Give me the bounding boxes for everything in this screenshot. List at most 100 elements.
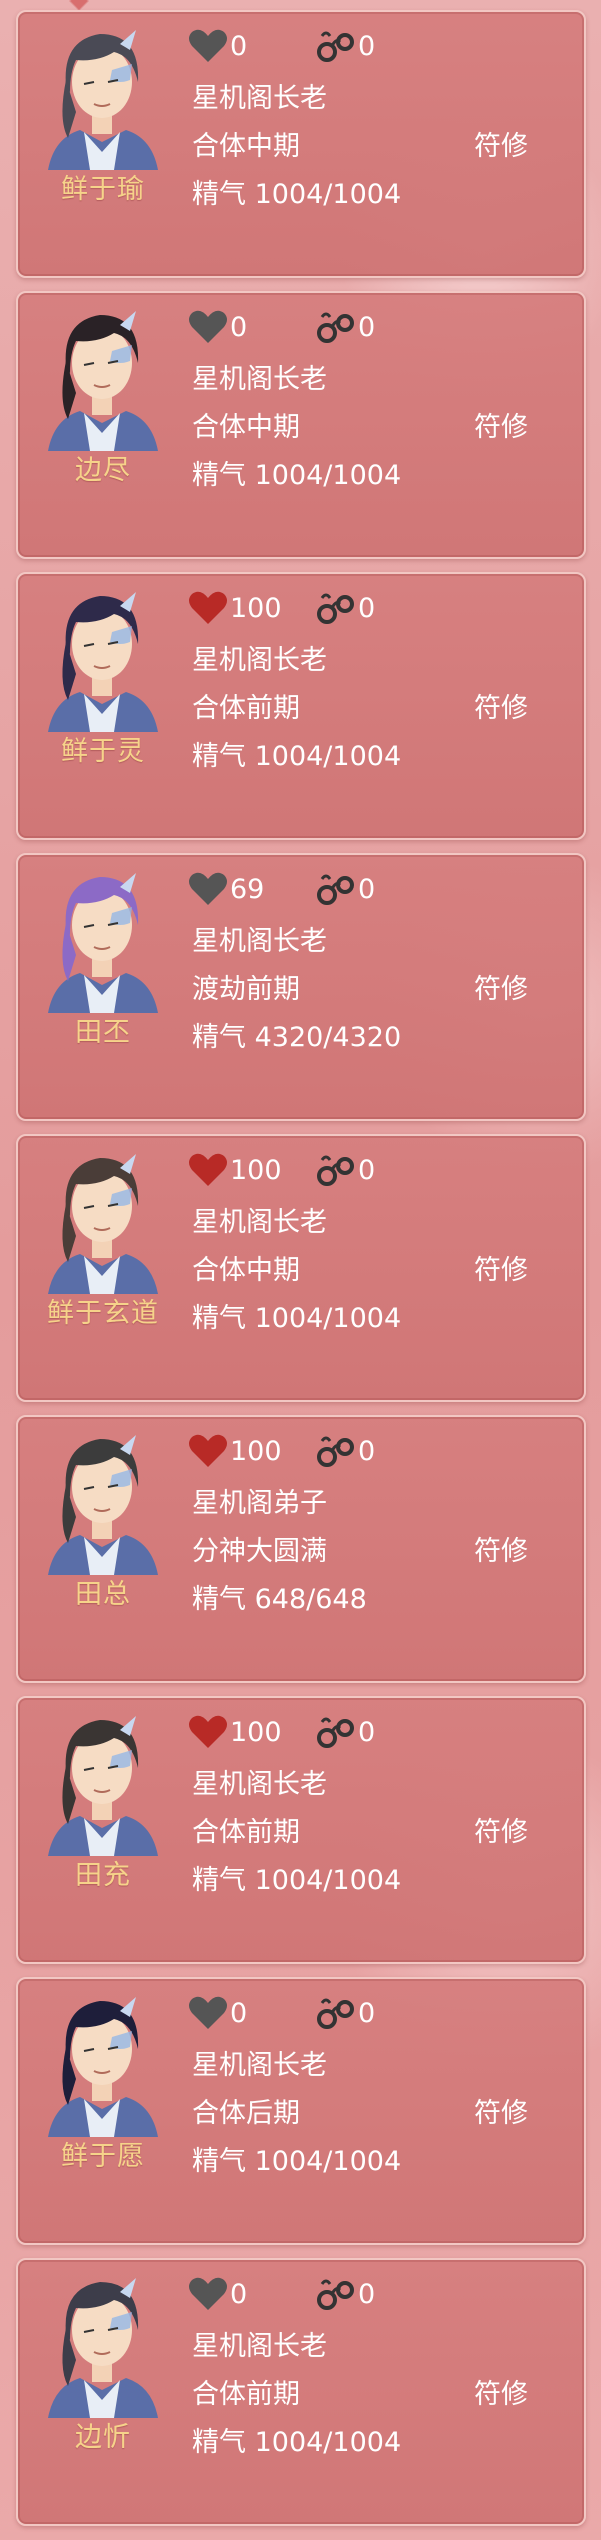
disciple-name: 鲜于玄道 — [47, 1298, 159, 1329]
sect-title: 星机阁弟子 — [192, 1488, 327, 1519]
sect-title: 星机阁长老 — [192, 926, 327, 957]
energy-label: 精气 — [192, 2146, 246, 2177]
energy-line: 精气 4320/4320 — [192, 1015, 401, 1054]
energy-value: 1004/1004 — [254, 2427, 402, 2458]
heart-icon — [188, 1995, 228, 2031]
disciple-card[interactable]: 鲜于灵 100 0 星机阁长老 合体前期 精气 1004/1004 符修 — [16, 572, 586, 840]
energy-line: 精气 1004/1004 — [192, 1858, 401, 1897]
heart-icon — [188, 28, 228, 64]
favor-stat: 0 — [188, 2274, 247, 2314]
avatar — [40, 582, 165, 732]
energy-line: 精气 1004/1004 — [192, 453, 401, 492]
disciple-card[interactable]: 鲜于愿 0 0 星机阁长老 合体后期 精气 1004/1004 符修 — [16, 1977, 586, 2245]
heart-icon — [188, 2276, 228, 2312]
energy-line: 精气 1004/1004 — [192, 2420, 401, 2459]
favor-stat: 0 — [188, 307, 247, 347]
bond-value: 0 — [358, 1716, 376, 1748]
favor-stat: 100 — [188, 1431, 282, 1471]
avatar — [40, 20, 165, 170]
disciple-card[interactable]: 边尽 0 0 星机阁长老 合体中期 精气 1004/1004 符修 — [16, 291, 586, 559]
disciple-card[interactable]: 田丕 69 0 星机阁长老 渡劫前期 精气 4320/4320 符修 — [16, 853, 586, 1121]
cultivation-realm: 合体中期 — [192, 1255, 300, 1286]
favor-value: 100 — [230, 1716, 282, 1748]
disciple-card[interactable]: 田总 100 0 星机阁弟子 分神大圆满 精气 648/648 符修 — [16, 1415, 586, 1683]
energy-label: 精气 — [192, 1022, 246, 1053]
profession: 符修 — [474, 2379, 528, 2410]
favor-value: 0 — [230, 311, 248, 343]
energy-label: 精气 — [192, 1865, 246, 1896]
handcuffs-icon — [316, 871, 356, 907]
sect-title: 星机阁长老 — [192, 2050, 327, 2081]
handcuffs-icon — [316, 1433, 356, 1469]
heart-icon — [188, 871, 228, 907]
bond-value: 0 — [358, 2278, 376, 2310]
energy-line: 精气 648/648 — [192, 1577, 367, 1616]
avatar — [40, 1987, 165, 2137]
energy-value: 1004/1004 — [254, 460, 402, 491]
heart-icon — [188, 590, 228, 626]
favor-value: 100 — [230, 1435, 282, 1467]
handcuffs-icon — [316, 309, 356, 345]
bond-value: 0 — [358, 311, 376, 343]
sect-title: 星机阁长老 — [192, 2331, 327, 2362]
profession: 符修 — [474, 693, 528, 724]
disciple-card[interactable]: 鲜于玄道 100 0 星机阁长老 合体中期 精气 1004/1004 符修 — [16, 1134, 586, 1402]
profession: 符修 — [474, 1255, 528, 1286]
energy-value: 648/648 — [254, 1584, 367, 1615]
energy-label: 精气 — [192, 1584, 246, 1615]
disciple-card[interactable]: 田充 100 0 星机阁长老 合体前期 精气 1004/1004 符修 — [16, 1696, 586, 1964]
sect-title: 星机阁长老 — [192, 645, 327, 676]
favor-value: 0 — [230, 30, 248, 62]
bond-stat: 0 — [316, 26, 375, 66]
profession: 符修 — [474, 1536, 528, 1567]
energy-label: 精气 — [192, 1303, 246, 1334]
bond-stat: 0 — [316, 1993, 375, 2033]
favor-stat: 0 — [188, 26, 247, 66]
favor-stat: 69 — [188, 869, 264, 909]
bond-value: 0 — [358, 592, 376, 624]
heart-icon — [188, 1714, 228, 1750]
bond-stat: 0 — [316, 2274, 375, 2314]
disciple-card[interactable]: 鲜于瑜 0 0 星机阁长老 合体中期 精气 1004/1004 符修 — [16, 10, 586, 278]
bond-value: 0 — [358, 30, 376, 62]
sect-title: 星机阁长老 — [192, 1207, 327, 1238]
disciple-name: 鲜于瑜 — [61, 174, 145, 205]
cultivation-realm: 合体前期 — [192, 2379, 300, 2410]
avatar — [40, 1706, 165, 1856]
bond-value: 0 — [358, 1435, 376, 1467]
energy-label: 精气 — [192, 179, 246, 210]
energy-line: 精气 1004/1004 — [192, 734, 401, 773]
energy-value: 1004/1004 — [254, 179, 402, 210]
heart-icon — [188, 309, 228, 345]
handcuffs-icon — [316, 1995, 356, 2031]
disciple-name: 边忻 — [75, 2422, 131, 2453]
disciple-name: 鲜于灵 — [61, 736, 145, 767]
avatar — [40, 2268, 165, 2418]
energy-label: 精气 — [192, 460, 246, 491]
favor-stat: 100 — [188, 588, 282, 628]
energy-value: 1004/1004 — [254, 2146, 402, 2177]
profession: 符修 — [474, 1817, 528, 1848]
disciple-name: 田丕 — [75, 1017, 131, 1048]
profession: 符修 — [474, 412, 528, 443]
heart-icon — [188, 1152, 228, 1188]
handcuffs-icon — [316, 590, 356, 626]
disciple-name: 田充 — [75, 1860, 131, 1891]
energy-value: 1004/1004 — [254, 1303, 402, 1334]
cultivation-realm: 合体前期 — [192, 693, 300, 724]
cultivation-realm: 渡劫前期 — [192, 974, 300, 1005]
disciple-card[interactable]: 边忻 0 0 星机阁长老 合体前期 精气 1004/1004 符修 — [16, 2258, 586, 2526]
profession: 符修 — [474, 131, 528, 162]
energy-value: 4320/4320 — [254, 1022, 402, 1053]
handcuffs-icon — [316, 1714, 356, 1750]
favor-stat: 100 — [188, 1150, 282, 1190]
energy-line: 精气 1004/1004 — [192, 2139, 401, 2178]
avatar — [40, 1144, 165, 1294]
bond-value: 0 — [358, 1997, 376, 2029]
sect-title: 星机阁长老 — [192, 364, 327, 395]
favor-value: 100 — [230, 592, 282, 624]
bond-stat: 0 — [316, 1431, 375, 1471]
disciple-name: 边尽 — [75, 455, 131, 486]
bond-value: 0 — [358, 873, 376, 905]
favor-stat: 100 — [188, 1712, 282, 1752]
